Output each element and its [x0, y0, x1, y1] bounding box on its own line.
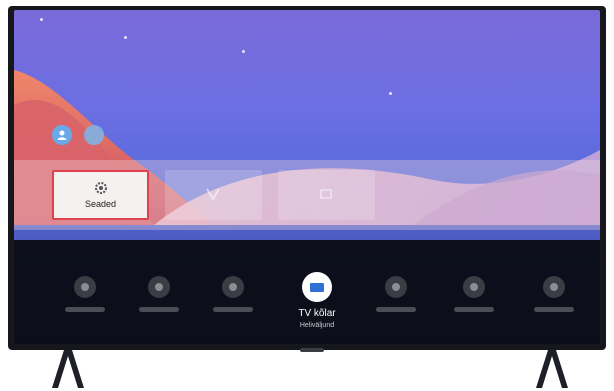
quick-item[interactable]	[439, 276, 509, 312]
profile-row	[52, 125, 104, 145]
app-row: Seaded	[52, 170, 375, 220]
tv-leg-left	[52, 350, 84, 388]
star	[40, 18, 43, 21]
v-icon	[206, 188, 220, 201]
secondary-avatar[interactable]	[84, 125, 104, 145]
tv-screen: Seaded TV kõlar Heliväljund	[14, 10, 600, 344]
settings-tile-label: Seaded	[84, 199, 117, 209]
quick-item-icon	[463, 276, 485, 298]
star	[124, 36, 127, 39]
quick-item-label	[534, 307, 574, 312]
tv-speaker-item[interactable]: TV kõlar Heliväljund	[282, 272, 352, 329]
user-avatar-icon[interactable]	[52, 125, 72, 145]
star	[389, 92, 392, 95]
quick-item-label	[376, 307, 416, 312]
quick-item[interactable]	[124, 276, 194, 312]
tv-speaker-label: TV kõlar	[298, 308, 336, 319]
quick-item-icon	[222, 276, 244, 298]
gear-icon	[94, 182, 107, 194]
tv-leg-right	[536, 350, 568, 388]
quick-item-label	[454, 307, 494, 312]
quick-item-icon	[385, 276, 407, 298]
quick-item[interactable]	[50, 276, 120, 312]
app-tile[interactable]	[165, 170, 262, 220]
tv-stand-base	[300, 348, 324, 352]
quick-item-icon	[74, 276, 96, 298]
tv-speaker-sublabel: Heliväljund	[299, 322, 335, 329]
quick-item-icon	[543, 276, 565, 298]
window-icon	[320, 189, 332, 199]
quick-settings-panel: TV kõlar Heliväljund	[14, 240, 600, 344]
quick-item-label	[213, 307, 253, 312]
quick-item[interactable]	[198, 276, 268, 312]
app-tile[interactable]	[278, 170, 375, 220]
quick-settings-row: TV kõlar Heliväljund	[14, 272, 600, 336]
tv-speaker-icon	[302, 272, 332, 302]
star	[242, 50, 245, 53]
quick-item-label	[65, 307, 105, 312]
quick-item-label	[139, 307, 179, 312]
quick-item[interactable]	[361, 276, 431, 312]
settings-tile[interactable]: Seaded	[52, 170, 149, 220]
quick-item-icon	[148, 276, 170, 298]
quick-item[interactable]	[519, 276, 589, 312]
